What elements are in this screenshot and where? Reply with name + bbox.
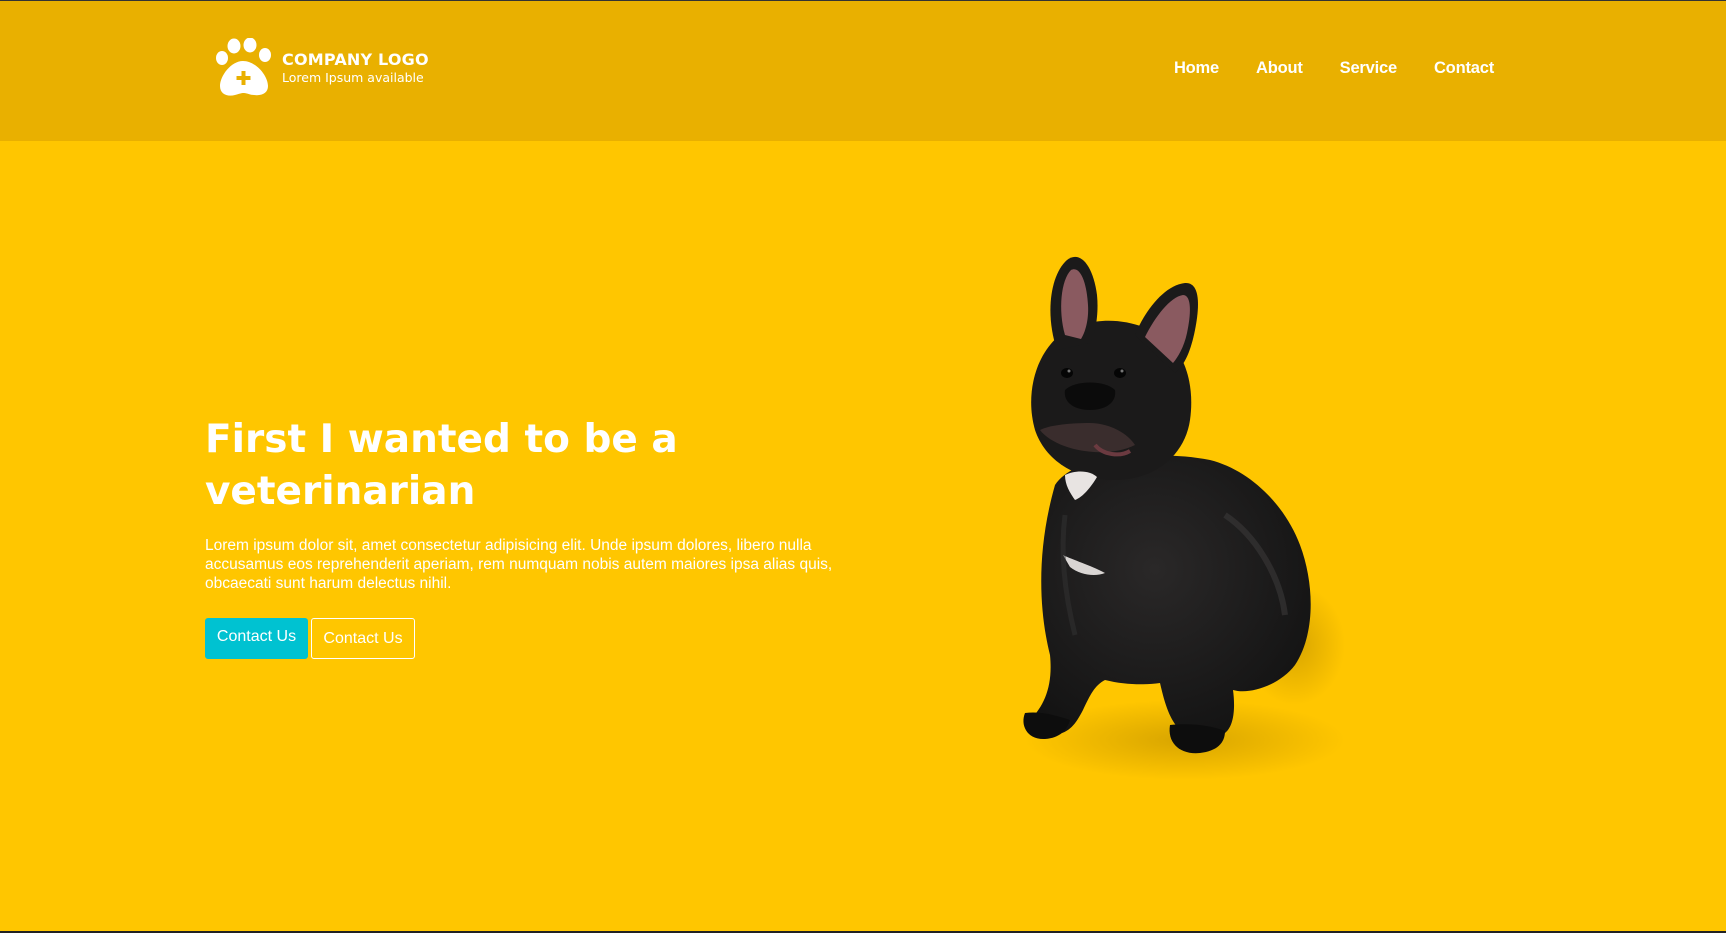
nav-service[interactable]: Service — [1340, 59, 1398, 78]
logo-subtitle: Lorem Ipsum available — [282, 70, 424, 85]
hero-title: First I wanted to be a veterinarian — [205, 417, 678, 514]
nav-home[interactable]: Home — [1174, 59, 1219, 78]
nav-contact[interactable]: Contact — [1434, 59, 1494, 78]
hero-description: Lorem ipsum dolor sit, amet consectetur … — [205, 537, 833, 592]
contact-us-primary-button[interactable]: Contact Us — [205, 618, 308, 659]
main-nav: Home About Service Contact — [1137, 59, 1494, 78]
contact-us-outline-button[interactable]: Contact Us — [311, 618, 415, 659]
french-bulldog-image — [1023, 256, 1345, 780]
paw-plus-icon — [216, 38, 271, 96]
site-header: COMPANY LOGO Lorem Ipsum available Home … — [0, 0, 1726, 141]
hero-buttons: Contact Us Contact Us — [205, 618, 415, 659]
nav-about[interactable]: About — [1256, 59, 1303, 78]
logo-title: COMPANY LOGO — [282, 50, 429, 69]
company-logo[interactable]: COMPANY LOGO Lorem Ipsum available — [215, 38, 429, 98]
